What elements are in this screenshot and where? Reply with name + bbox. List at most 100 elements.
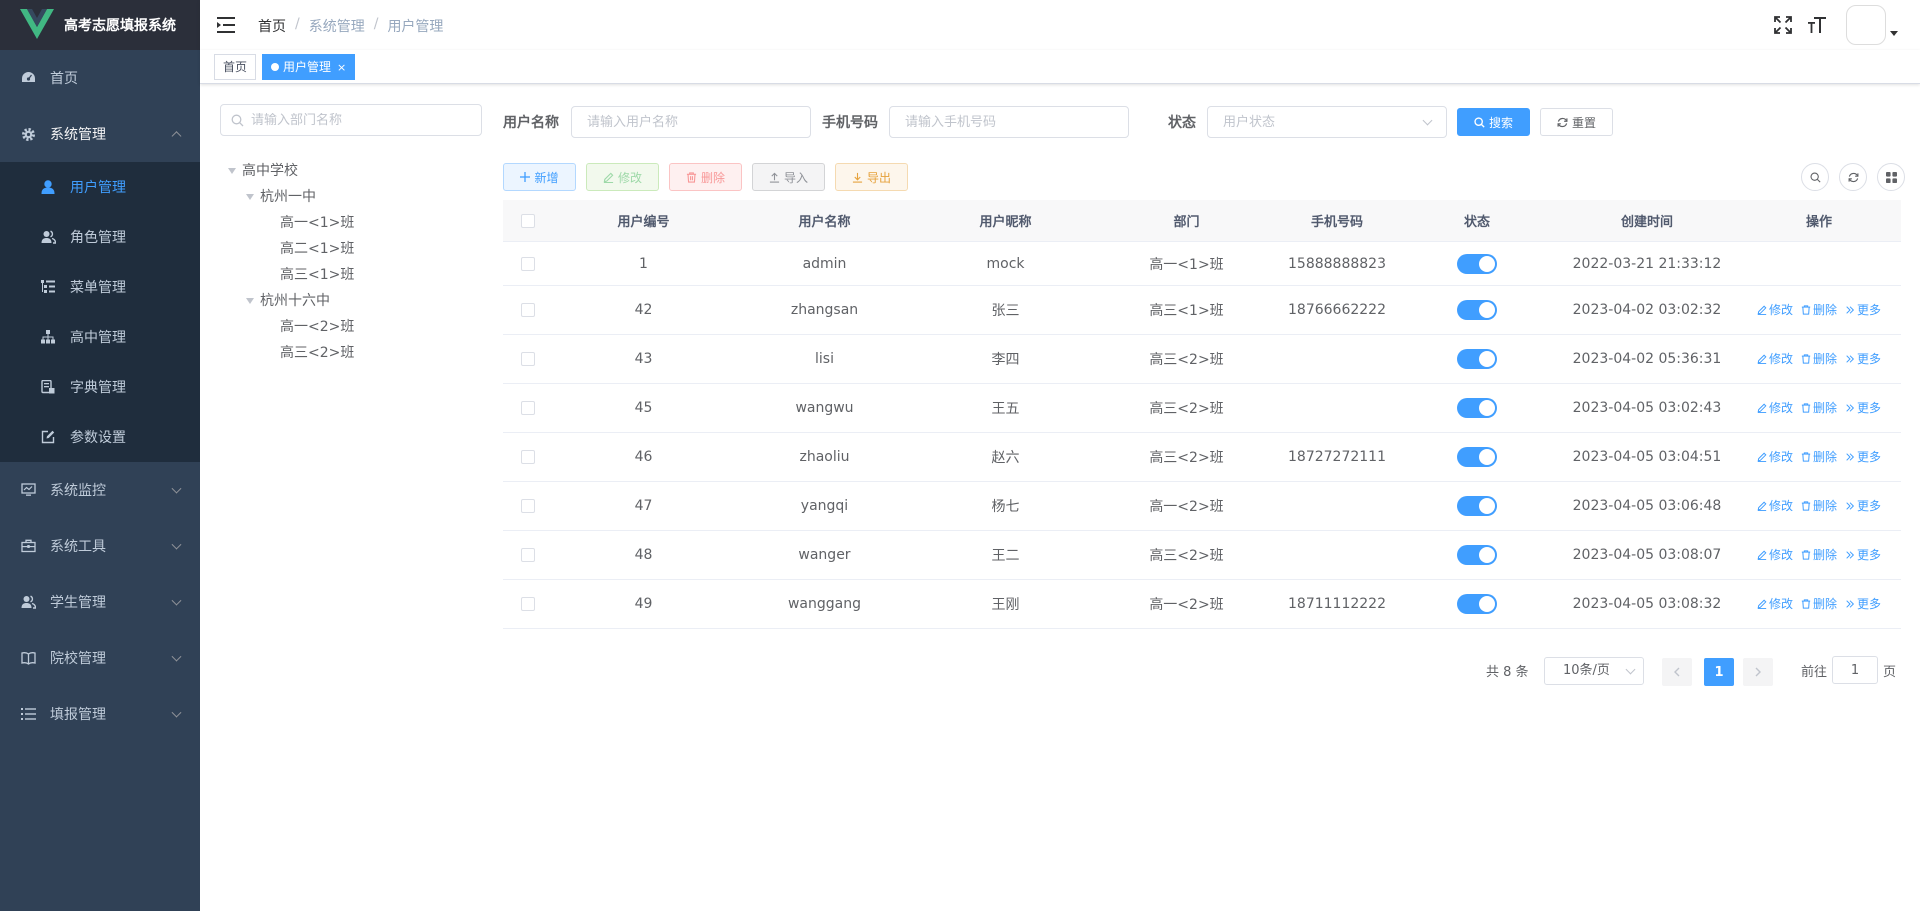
phone-input[interactable] bbox=[889, 106, 1129, 138]
status-switch[interactable] bbox=[1457, 349, 1497, 369]
breadcrumb-item[interactable]: 首页 bbox=[258, 16, 286, 36]
button-label: 导出 bbox=[866, 170, 891, 185]
menu-item-user-management[interactable]: 用户管理 bbox=[0, 162, 200, 212]
row-checkbox[interactable] bbox=[521, 352, 535, 366]
row-delete-button[interactable]: 删除 bbox=[1801, 301, 1837, 318]
dept-search-input[interactable] bbox=[251, 112, 471, 128]
status-select[interactable] bbox=[1207, 106, 1447, 138]
next-page-button[interactable] bbox=[1743, 658, 1773, 686]
row-more-button[interactable]: 更多 bbox=[1845, 595, 1881, 612]
menu-item-menu-management[interactable]: 菜单管理 bbox=[0, 262, 200, 312]
tag-home[interactable]: 首页 bbox=[214, 54, 257, 80]
status-switch[interactable] bbox=[1457, 398, 1497, 418]
delete-button[interactable]: 删除 bbox=[669, 163, 742, 191]
tree-node-class[interactable]: 高三<1>班 bbox=[220, 262, 354, 288]
row-more-button[interactable]: 更多 bbox=[1845, 399, 1881, 416]
table-row: 1 admin mock 高一<1>班 15888888823 2022-03-21 21… bbox=[503, 242, 1901, 286]
hamburger-icon[interactable] bbox=[216, 15, 236, 35]
menu-item-school-management[interactable]: 高中管理 bbox=[0, 312, 200, 362]
status-switch[interactable] bbox=[1457, 496, 1497, 516]
row-edit-button[interactable]: 修改 bbox=[1757, 350, 1793, 367]
search-button[interactable]: 搜索 bbox=[1457, 108, 1530, 136]
cell-actions: 修改 删除 更多 bbox=[1737, 301, 1901, 319]
row-edit-button[interactable]: 修改 bbox=[1757, 497, 1793, 514]
goto-page-input[interactable] bbox=[1832, 656, 1878, 684]
page-size-select[interactable]: 10条/页 bbox=[1544, 657, 1644, 685]
status-switch[interactable] bbox=[1457, 545, 1497, 565]
tag-user-management[interactable]: 用户管理 × bbox=[262, 54, 356, 80]
menu-item-role-management[interactable]: 角色管理 bbox=[0, 212, 200, 262]
submenu-system: 用户管理 角色管理 菜单管理 高中管理 字典管理 参数设置 bbox=[0, 162, 200, 462]
row-checkbox[interactable] bbox=[521, 499, 535, 513]
row-edit-button[interactable]: 修改 bbox=[1757, 301, 1793, 318]
chevron-down-icon bbox=[171, 595, 182, 606]
row-more-button[interactable]: 更多 bbox=[1845, 497, 1881, 514]
tree-node-class[interactable]: 高三<2>班 bbox=[220, 340, 354, 366]
row-more-button[interactable]: 更多 bbox=[1845, 350, 1881, 367]
row-delete-button[interactable]: 删除 bbox=[1801, 350, 1837, 367]
row-edit-button[interactable]: 修改 bbox=[1757, 546, 1793, 563]
status-switch[interactable] bbox=[1457, 594, 1497, 614]
cell-user-id: 47 bbox=[634, 498, 653, 514]
prev-page-button[interactable] bbox=[1662, 658, 1692, 686]
menu-item-home[interactable]: 首页 bbox=[0, 50, 200, 106]
status-switch[interactable] bbox=[1457, 300, 1497, 320]
tree-node-school[interactable]: 杭州一中 bbox=[220, 184, 354, 210]
edit-icon bbox=[603, 172, 614, 183]
book-icon bbox=[20, 650, 36, 666]
reset-button[interactable]: 重置 bbox=[1540, 108, 1613, 136]
logo[interactable]: 高考志愿填报系统 bbox=[0, 0, 200, 50]
row-more-button[interactable]: 更多 bbox=[1845, 546, 1881, 563]
row-delete-button[interactable]: 删除 bbox=[1801, 595, 1837, 612]
menu-item-monitor[interactable]: 系统监控 bbox=[0, 462, 200, 518]
row-edit-button[interactable]: 修改 bbox=[1757, 448, 1793, 465]
menu-item-tools[interactable]: 系统工具 bbox=[0, 518, 200, 574]
edit-button[interactable]: 修改 bbox=[586, 163, 659, 191]
username-input[interactable] bbox=[571, 106, 811, 138]
font-size-icon[interactable] bbox=[1806, 14, 1828, 36]
caret-down-icon[interactable] bbox=[246, 298, 254, 304]
fullscreen-icon[interactable] bbox=[1772, 14, 1794, 36]
toggle-search-button[interactable] bbox=[1801, 163, 1829, 191]
refresh-button[interactable] bbox=[1839, 163, 1867, 191]
row-delete-button[interactable]: 删除 bbox=[1801, 497, 1837, 514]
row-checkbox[interactable] bbox=[521, 303, 535, 317]
row-checkbox[interactable] bbox=[521, 548, 535, 562]
status-switch[interactable] bbox=[1457, 447, 1497, 467]
caret-down-icon[interactable] bbox=[1890, 30, 1898, 36]
caret-down-icon[interactable] bbox=[228, 168, 236, 174]
row-delete-button[interactable]: 删除 bbox=[1801, 546, 1837, 563]
add-button[interactable]: 新增 bbox=[503, 163, 576, 191]
close-icon[interactable]: × bbox=[337, 61, 346, 74]
tree-node-class[interactable]: 高一<2>班 bbox=[220, 314, 354, 340]
row-checkbox[interactable] bbox=[521, 256, 535, 271]
row-checkbox[interactable] bbox=[521, 450, 535, 464]
row-checkbox[interactable] bbox=[521, 597, 535, 611]
menu-item-applications[interactable]: 填报管理 bbox=[0, 686, 200, 742]
row-delete-button[interactable]: 删除 bbox=[1801, 399, 1837, 416]
status-switch[interactable] bbox=[1457, 253, 1497, 274]
select-all-checkbox[interactable] bbox=[521, 213, 535, 228]
row-edit-button[interactable]: 修改 bbox=[1757, 399, 1793, 416]
page-number-current[interactable]: 1 bbox=[1704, 658, 1734, 686]
row-more-button[interactable]: 更多 bbox=[1845, 448, 1881, 465]
row-delete-button[interactable]: 删除 bbox=[1801, 448, 1837, 465]
tree-node-school[interactable]: 杭州十六中 bbox=[220, 288, 354, 314]
import-button[interactable]: 导入 bbox=[752, 163, 825, 191]
row-checkbox[interactable] bbox=[521, 401, 535, 415]
row-edit-button[interactable]: 修改 bbox=[1757, 595, 1793, 612]
caret-down-icon[interactable] bbox=[246, 194, 254, 200]
tree-node-root[interactable]: 高中学校 bbox=[220, 158, 354, 184]
columns-button[interactable] bbox=[1877, 163, 1905, 191]
tree-node-class[interactable]: 高二<1>班 bbox=[220, 236, 354, 262]
avatar[interactable] bbox=[1846, 5, 1886, 45]
menu-item-system[interactable]: 系统管理 bbox=[0, 106, 200, 162]
export-button[interactable]: 导出 bbox=[835, 163, 908, 191]
menu-item-students[interactable]: 学生管理 bbox=[0, 574, 200, 630]
row-more-button[interactable]: 更多 bbox=[1845, 301, 1881, 318]
menu-item-dict-management[interactable]: 字典管理 bbox=[0, 362, 200, 412]
menu-item-colleges[interactable]: 院校管理 bbox=[0, 630, 200, 686]
tree-node-class[interactable]: 高一<1>班 bbox=[220, 210, 354, 236]
menu-item-params[interactable]: 参数设置 bbox=[0, 412, 200, 462]
trash-icon bbox=[1801, 305, 1811, 315]
